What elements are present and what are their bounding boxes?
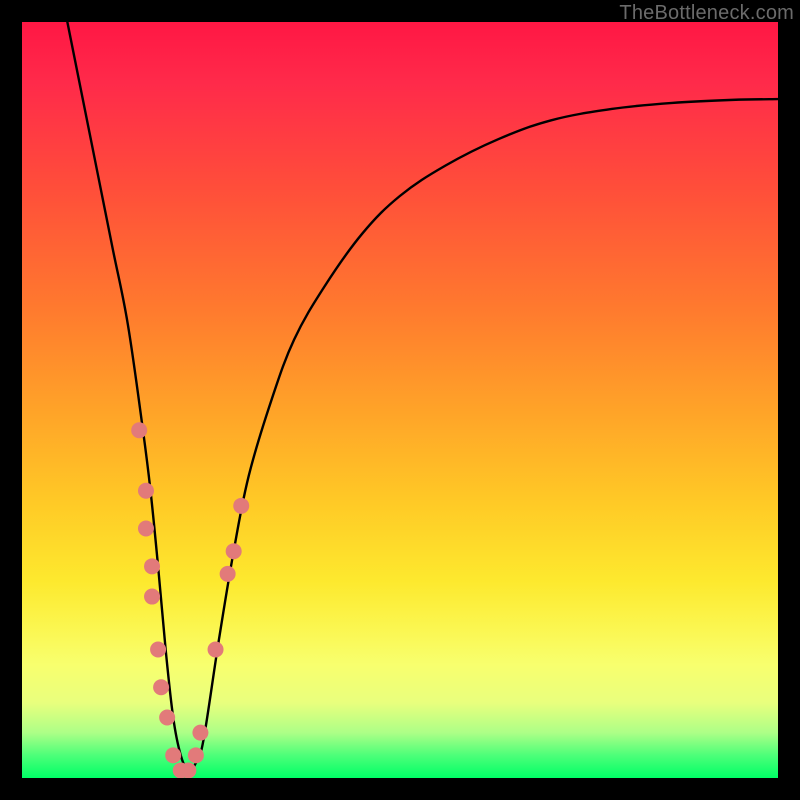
scatter-dot <box>144 558 160 574</box>
scatter-dot <box>220 566 236 582</box>
scatter-dot <box>180 762 196 778</box>
curve-svg <box>22 22 778 778</box>
scatter-dot <box>165 747 181 763</box>
scatter-dot <box>233 498 249 514</box>
bottleneck-curve <box>67 22 778 771</box>
scatter-dot <box>208 641 224 657</box>
scatter-dot <box>138 521 154 537</box>
scatter-dot <box>192 725 208 741</box>
watermark-text: TheBottleneck.com <box>619 2 794 25</box>
scatter-dot <box>144 589 160 605</box>
chart-frame: TheBottleneck.com <box>0 0 800 800</box>
scatter-dot <box>131 422 147 438</box>
scatter-dot <box>138 483 154 499</box>
scatter-dot <box>159 710 175 726</box>
scatter-dot <box>188 747 204 763</box>
scatter-dot <box>226 543 242 559</box>
scatter-dot <box>153 679 169 695</box>
plot-area <box>22 22 778 778</box>
scatter-dot <box>150 641 166 657</box>
